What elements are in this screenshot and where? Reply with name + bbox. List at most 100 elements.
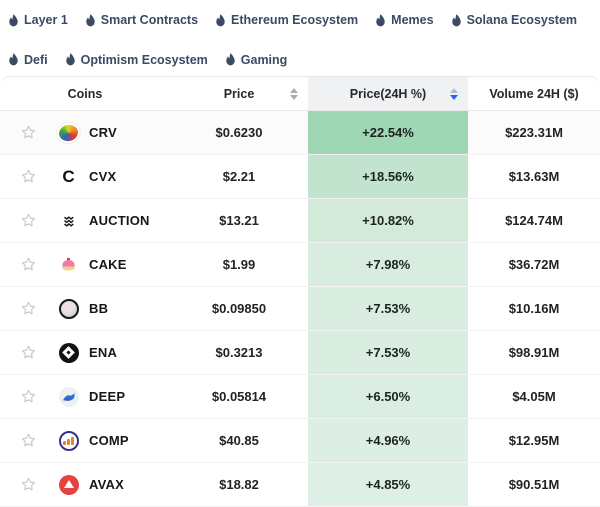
- filter-chip-label: Ethereum Ecosystem: [231, 13, 358, 27]
- table-row-deep[interactable]: DEEP $0.05814 +6.50% $4.05M: [0, 375, 600, 419]
- price-24h-value: +4.96%: [308, 419, 468, 462]
- price-24h-value: +7.53%: [308, 287, 468, 330]
- favorite-star-icon[interactable]: [20, 256, 37, 273]
- flame-icon: [85, 14, 96, 27]
- table-row-auction[interactable]: AUCTION $13.21 +10.82% $124.74M: [0, 199, 600, 243]
- price-header-label: Price: [224, 87, 255, 101]
- coin-symbol: CAKE: [89, 257, 127, 272]
- filter-chip-label: Defi: [24, 53, 48, 67]
- price-sort-icon[interactable]: [290, 88, 298, 100]
- favorite-star-icon[interactable]: [20, 124, 37, 141]
- price-24h-value: +7.98%: [308, 243, 468, 286]
- volume-value: $4.05M: [468, 375, 600, 418]
- coins-header-label: Coins: [68, 87, 103, 101]
- favorite-star-icon[interactable]: [20, 432, 37, 449]
- filter-chip-optimism-ecosystem[interactable]: Optimism Ecosystem: [65, 49, 208, 71]
- volume-value: $10.16M: [468, 287, 600, 330]
- filter-chip-label: Smart Contracts: [101, 13, 198, 27]
- filter-chip-solana-ecosystem[interactable]: Solana Ecosystem: [451, 9, 577, 31]
- column-header-volume[interactable]: Volume 24H ($): [468, 77, 600, 110]
- table-row-bb[interactable]: BB $0.09850 +7.53% $10.16M: [0, 287, 600, 331]
- volume-value: $36.72M: [468, 243, 600, 286]
- flame-icon: [65, 53, 76, 66]
- table-row-crv[interactable]: CRV $0.6230 +22.54% $223.31M: [0, 111, 600, 155]
- column-header-coins[interactable]: Coins: [0, 77, 170, 110]
- price-24h-value: +18.56%: [308, 155, 468, 198]
- avax-coin-icon: [58, 474, 79, 495]
- bb-coin-icon: [58, 298, 79, 319]
- volume-value: $98.91M: [468, 331, 600, 374]
- deep-coin-icon: [58, 386, 79, 407]
- flame-icon: [225, 53, 236, 66]
- filter-chip-gaming[interactable]: Gaming: [225, 49, 288, 71]
- table-row-cvx[interactable]: C CVX $2.21 +18.56% $13.63M: [0, 155, 600, 199]
- volume-value: $12.95M: [468, 419, 600, 462]
- filter-chip-label: Solana Ecosystem: [467, 13, 577, 27]
- cvx-coin-icon: C: [58, 166, 79, 187]
- favorite-star-icon[interactable]: [20, 388, 37, 405]
- coin-symbol: DEEP: [89, 389, 125, 404]
- filter-chip-label: Optimism Ecosystem: [81, 53, 208, 67]
- filter-chip-label: Memes: [391, 13, 433, 27]
- favorite-star-icon[interactable]: [20, 212, 37, 229]
- price-value: $0.05814: [170, 375, 308, 418]
- price-value: $2.21: [170, 155, 308, 198]
- price-value: $0.3213: [170, 331, 308, 374]
- coin-symbol: CVX: [89, 169, 116, 184]
- category-filter-bar: Layer 1 Smart Contracts Ethereum Ecosyst…: [0, 0, 600, 76]
- coin-symbol: AVAX: [89, 477, 124, 492]
- price-24h-header-label: Price(24H %): [350, 87, 426, 101]
- price-value: $40.85: [170, 419, 308, 462]
- coin-symbol: ENA: [89, 345, 117, 360]
- crv-coin-icon: [58, 122, 79, 143]
- filter-chip-memes[interactable]: Memes: [375, 9, 433, 31]
- price-24h-value: +6.50%: [308, 375, 468, 418]
- price-value: $1.99: [170, 243, 308, 286]
- filter-chip-ethereum-ecosystem[interactable]: Ethereum Ecosystem: [215, 9, 358, 31]
- ena-coin-icon: [58, 342, 79, 363]
- column-header-price[interactable]: Price: [170, 77, 308, 110]
- flame-icon: [375, 14, 386, 27]
- table-row-ena[interactable]: ENA $0.3213 +7.53% $98.91M: [0, 331, 600, 375]
- table-header-row: Coins Price Price(24H %) Volume 24H ($): [0, 77, 600, 111]
- filter-chip-layer-1[interactable]: Layer 1: [8, 9, 68, 31]
- table-row-cake[interactable]: CAKE $1.99 +7.98% $36.72M: [0, 243, 600, 287]
- auction-coin-icon: [58, 210, 79, 231]
- price-24h-sort-icon[interactable]: [450, 88, 458, 100]
- filter-chip-smart-contracts[interactable]: Smart Contracts: [85, 9, 198, 31]
- coin-symbol: CRV: [89, 125, 117, 140]
- flame-icon: [215, 14, 226, 27]
- price-value: $0.09850: [170, 287, 308, 330]
- volume-value: $124.74M: [468, 199, 600, 242]
- flame-icon: [8, 53, 19, 66]
- coin-symbol: BB: [89, 301, 108, 316]
- price-value: $18.82: [170, 463, 308, 506]
- favorite-star-icon[interactable]: [20, 168, 37, 185]
- favorite-star-icon[interactable]: [20, 344, 37, 361]
- flame-icon: [451, 14, 462, 27]
- coin-symbol: COMP: [89, 433, 129, 448]
- filter-chip-label: Layer 1: [24, 13, 68, 27]
- flame-icon: [8, 14, 19, 27]
- favorite-star-icon[interactable]: [20, 300, 37, 317]
- filter-chip-label: Gaming: [241, 53, 288, 67]
- price-value: $13.21: [170, 199, 308, 242]
- comp-coin-icon: [58, 430, 79, 451]
- column-header-price-24h[interactable]: Price(24H %): [308, 77, 468, 110]
- price-24h-value: +4.85%: [308, 463, 468, 506]
- volume-value: $223.31M: [468, 111, 600, 154]
- favorite-star-icon[interactable]: [20, 476, 37, 493]
- coin-symbol: AUCTION: [89, 213, 150, 228]
- price-24h-value: +7.53%: [308, 331, 468, 374]
- filter-chip-defi[interactable]: Defi: [8, 49, 48, 71]
- table-row-comp[interactable]: COMP $40.85 +4.96% $12.95M: [0, 419, 600, 463]
- volume-header-label: Volume 24H ($): [489, 87, 578, 101]
- cake-coin-icon: [58, 254, 79, 275]
- price-24h-value: +22.54%: [308, 111, 468, 154]
- volume-value: $13.63M: [468, 155, 600, 198]
- coins-table: Coins Price Price(24H %) Volume 24H ($) …: [0, 76, 600, 507]
- price-24h-value: +10.82%: [308, 199, 468, 242]
- price-value: $0.6230: [170, 111, 308, 154]
- table-row-avax[interactable]: AVAX $18.82 +4.85% $90.51M: [0, 463, 600, 507]
- volume-value: $90.51M: [468, 463, 600, 506]
